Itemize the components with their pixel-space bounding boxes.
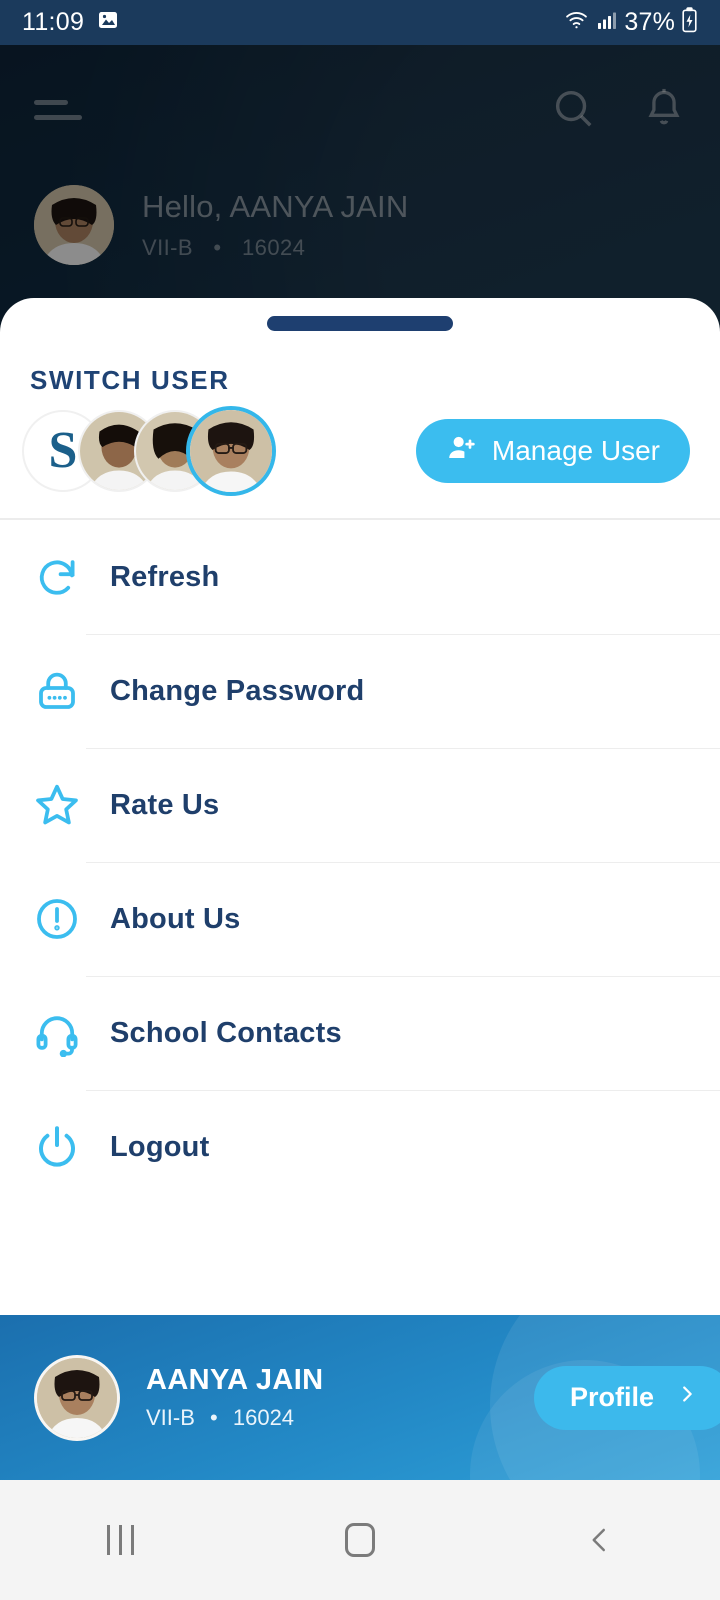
status-time: 11:09 <box>22 8 85 36</box>
footer-class: VII-B <box>146 1405 195 1430</box>
profile-button[interactable]: Profile <box>533 1365 720 1430</box>
profile-button-label: Profile <box>569 1382 654 1412</box>
footer-user-meta: VII-B • 16024 <box>146 1405 324 1431</box>
menu-item-label: Refresh <box>110 560 220 593</box>
menu-item-about-us[interactable]: About Us <box>0 862 720 976</box>
lock-icon <box>30 667 84 715</box>
footer-user-name: AANYA JAIN <box>146 1364 324 1396</box>
home-icon[interactable] <box>300 1480 420 1600</box>
menu-item-label: Change Password <box>110 674 365 707</box>
battery-percentage: 37% <box>624 8 675 36</box>
battery-charging-icon <box>681 7 698 38</box>
footer-separator: • <box>210 1405 218 1430</box>
footer-user-text: AANYA JAIN VII-B • 16024 <box>146 1364 324 1431</box>
menu-item-rate-us[interactable]: Rate Us <box>0 748 720 862</box>
status-notification-icons <box>96 8 120 37</box>
chevron-right-icon <box>676 1381 698 1414</box>
phone-screen: Hello, AANYA JAIN VII-B • 16024 SWITCH U… <box>0 0 720 1600</box>
switch-user-bottom-sheet: SWITCH USER S Manage User Refresh Change… <box>0 298 720 1480</box>
menu-item-school-contacts[interactable]: School Contacts <box>0 976 720 1090</box>
star-outline-icon <box>30 780 84 830</box>
menu-item-refresh[interactable]: Refresh <box>0 520 720 634</box>
menu-item-label: School Contacts <box>110 1016 342 1049</box>
manage-user-button[interactable]: Manage User <box>415 419 690 483</box>
user-avatar-list: S <box>22 406 278 496</box>
android-navigation-bar <box>0 1480 720 1600</box>
menu-item-label: Logout <box>110 1130 210 1163</box>
footer-avatar[interactable] <box>34 1354 120 1441</box>
student-avatar-3-selected[interactable] <box>186 406 276 496</box>
menu-item-label: About Us <box>110 902 241 935</box>
image-icon <box>96 8 120 37</box>
refresh-icon <box>30 553 84 601</box>
sheet-drag-handle[interactable] <box>267 316 453 331</box>
footer-rollno: 16024 <box>232 1405 295 1430</box>
info-exclamation-icon <box>30 895 84 943</box>
wifi-icon <box>563 8 590 37</box>
school-logo-letter: S <box>48 422 78 479</box>
menu-item-label: Rate Us <box>110 788 220 821</box>
switch-user-title: SWITCH USER <box>30 365 230 395</box>
menu-item-change-password[interactable]: Change Password <box>0 634 720 748</box>
profile-footer-bar: AANYA JAIN VII-B • 16024 Profile <box>0 1315 720 1480</box>
manage-user-label: Manage User <box>491 435 660 466</box>
headset-icon <box>30 1009 84 1057</box>
menu-item-logout[interactable]: Logout <box>0 1090 720 1204</box>
cellular-signal-icon <box>596 9 618 36</box>
back-icon[interactable] <box>540 1480 660 1600</box>
status-system-icons: 37% <box>563 7 698 38</box>
person-add-icon <box>446 432 478 471</box>
power-icon <box>30 1123 84 1171</box>
recents-icon[interactable] <box>60 1480 180 1600</box>
switch-user-row: S Manage User <box>0 396 720 496</box>
status-bar: 11:09 37% <box>0 0 720 45</box>
